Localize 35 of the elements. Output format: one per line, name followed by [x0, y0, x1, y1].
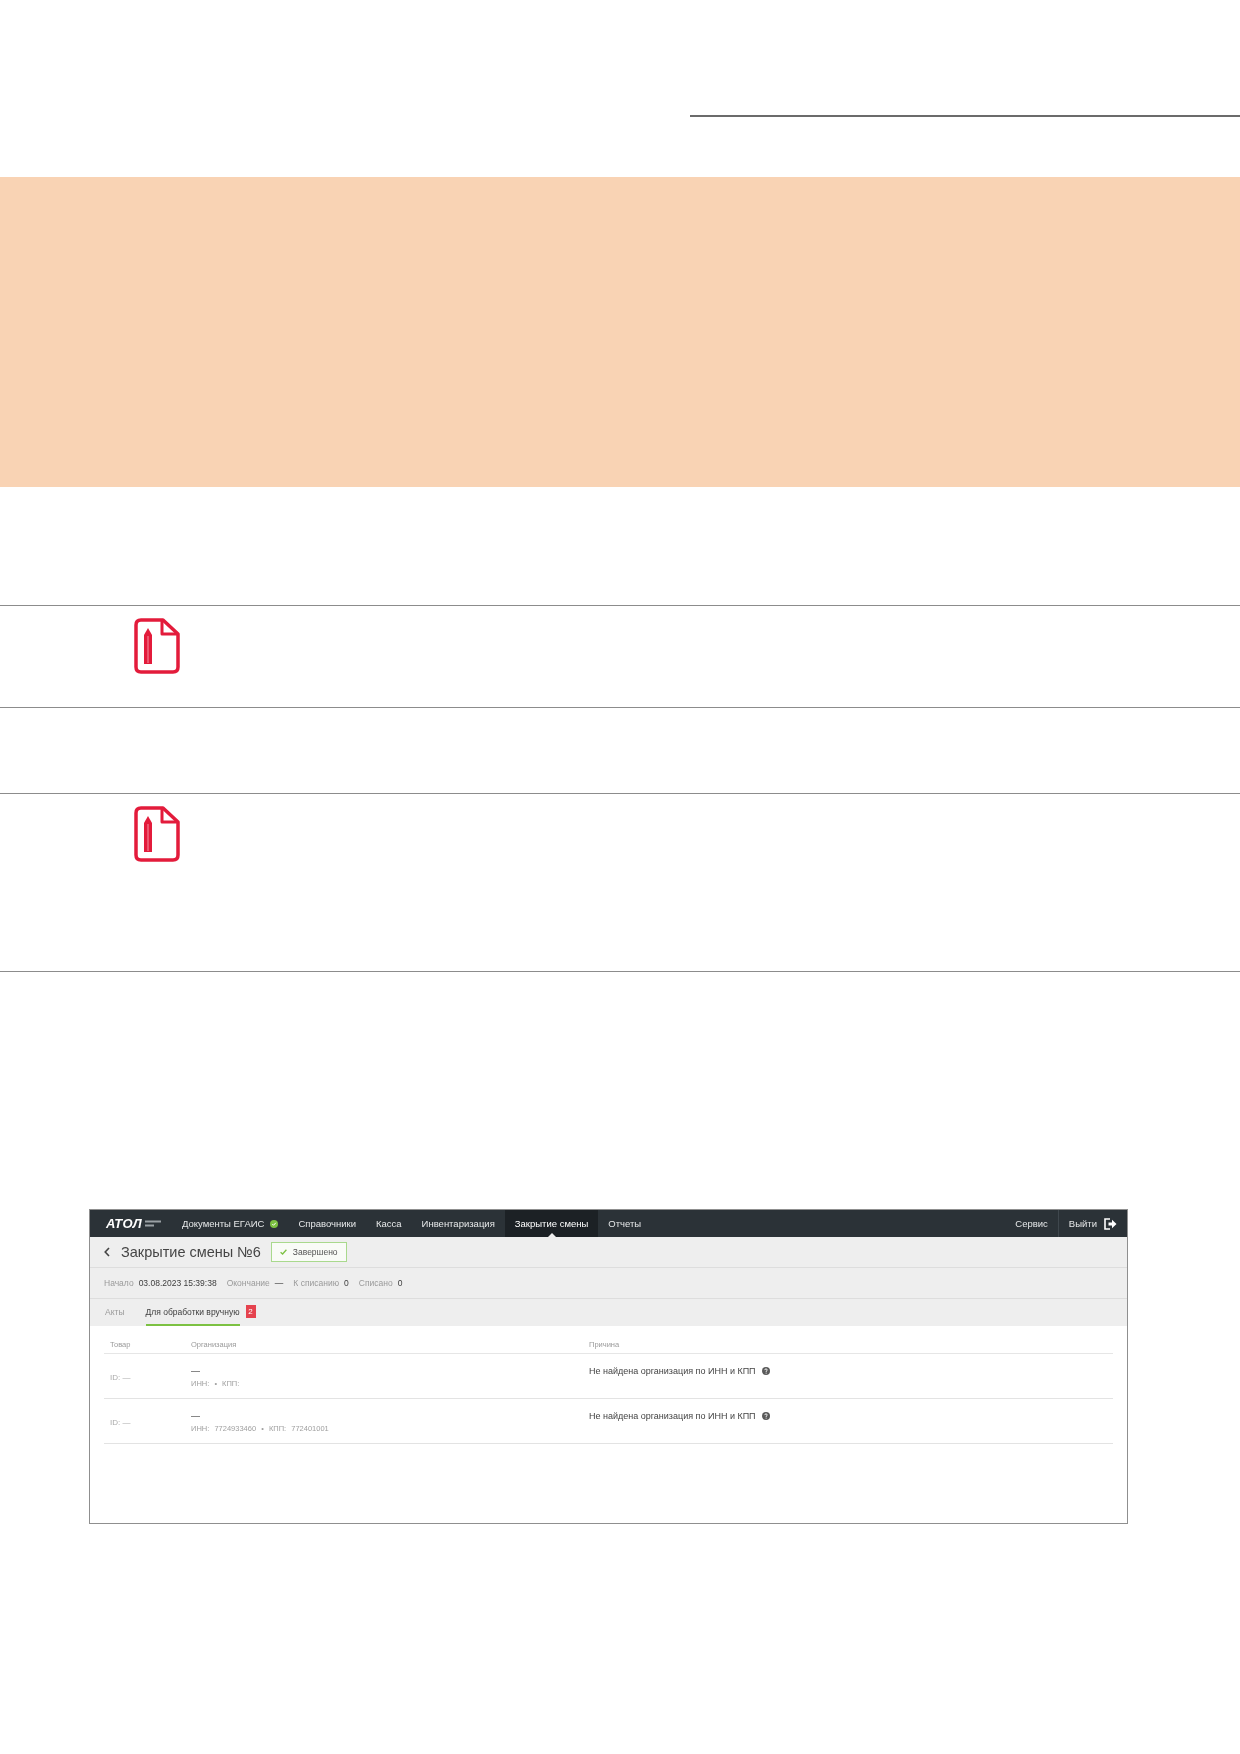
tab[interactable]: Для обработки вручную	[145, 1299, 240, 1326]
logo-caption-drawing	[144, 1220, 161, 1227]
nav-tab[interactable]: Закрытие смены	[504, 1210, 599, 1237]
summary-value: 03.08.2023 15:39:38	[138, 1278, 217, 1288]
status-text: Завершено	[292, 1247, 338, 1257]
org-name: —	[191, 1411, 200, 1421]
help-icon	[761, 1412, 770, 1420]
org-name: —	[191, 1366, 200, 1376]
summary-label: К списанию	[293, 1278, 340, 1288]
reason-text: Не найдена организация по ИНН и КПП	[589, 1366, 756, 1376]
check-icon	[279, 1249, 287, 1255]
summary-value: 0	[344, 1278, 349, 1288]
table-cell: ID: —	[110, 1373, 131, 1382]
reason-text: Не найдена организация по ИНН и КПП	[589, 1411, 756, 1421]
logo: АТОЛ	[106, 1216, 142, 1231]
document-pencil-icon	[134, 806, 180, 862]
nav-tab[interactable]: Отчеты	[598, 1210, 652, 1237]
page-title: Закрытие смены №6	[121, 1244, 261, 1260]
document-pencil-icon	[134, 618, 180, 674]
nav-link[interactable]: Сервис	[1005, 1210, 1058, 1237]
chevron-left-icon	[104, 1247, 110, 1257]
help-icon	[761, 1367, 770, 1375]
summary-label: Начало	[104, 1278, 134, 1288]
logout-icon	[1104, 1217, 1117, 1230]
table-cell: ID: —	[110, 1418, 131, 1427]
summary-label: Окончание	[226, 1278, 270, 1288]
summary-value: —	[274, 1278, 284, 1288]
count-badge: 2	[245, 1304, 256, 1318]
nav-tab[interactable]: Документы ЕГАИС	[171, 1210, 289, 1237]
summary-value: 0	[397, 1278, 403, 1288]
nav-tab[interactable]: Инвентаризация	[411, 1210, 505, 1237]
summary-label: Списано	[358, 1278, 393, 1288]
back-button[interactable]	[102, 1245, 112, 1259]
nav-tab[interactable]: Справочники	[288, 1210, 366, 1237]
nav-tab[interactable]: Касса	[365, 1210, 412, 1237]
